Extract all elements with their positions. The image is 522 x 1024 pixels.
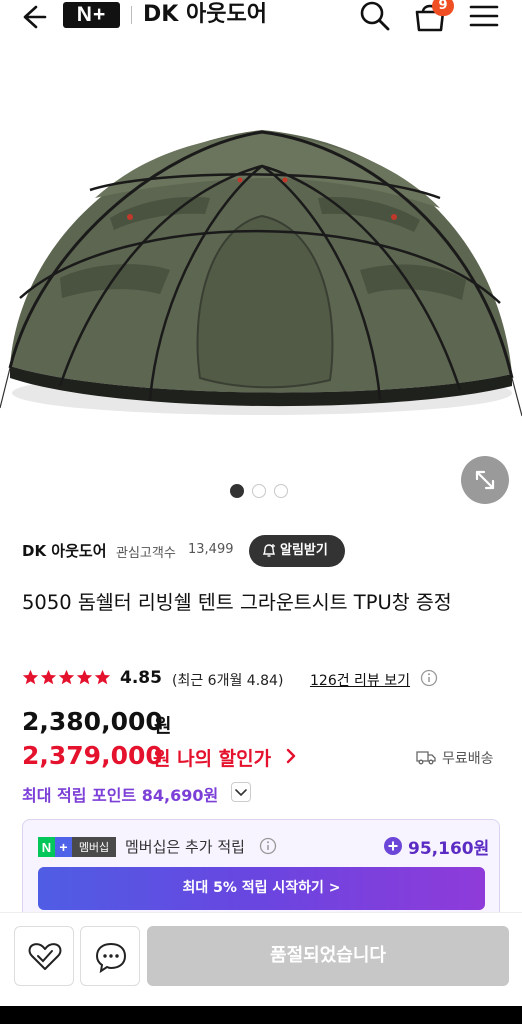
- chevron-down-icon[interactable]: [231, 782, 251, 802]
- alert-subscribe-button[interactable]: 알림받기: [249, 535, 345, 567]
- chat-bubble-icon: [95, 942, 127, 974]
- star-icon: [40, 669, 57, 685]
- heart-check-icon: [28, 943, 62, 970]
- naver-plus-logo[interactable]: N+: [63, 2, 120, 28]
- star-icon: [94, 669, 111, 685]
- divider: [131, 6, 132, 24]
- recent-rating: (최근 6개월 4.84): [172, 673, 284, 689]
- bottom-action-bar: 품절되었습니다: [0, 912, 522, 1006]
- search-icon[interactable]: [358, 0, 392, 32]
- svg-text:N: N: [42, 840, 51, 855]
- rating-stars: [22, 669, 111, 686]
- membership-amount: 95,160원: [383, 834, 489, 859]
- menu-icon[interactable]: [468, 2, 500, 30]
- chevron-right-icon[interactable]: [284, 747, 298, 765]
- rating-value: 4.85: [120, 668, 162, 688]
- original-price: 2,380,000: [22, 707, 163, 736]
- system-nav-bar: [0, 1006, 522, 1024]
- membership-box: N + 멤버십 멤버십은 추가 적립 95,160원 최대 5% 적립 시작하기…: [22, 819, 500, 919]
- star-icon: [76, 669, 93, 685]
- cart-count-badge: 9: [432, 0, 454, 16]
- back-arrow-icon[interactable]: [16, 2, 50, 32]
- product-title: 5050 돔쉘터 리빙쉘 텐트 그라운트시트 TPU창 증정: [22, 591, 452, 614]
- membership-text: 멤버십은 추가 적립: [125, 838, 245, 856]
- soldout-button: 품절되었습니다: [147, 926, 509, 986]
- review-link[interactable]: 126건 리뷰 보기: [310, 670, 410, 690]
- rating-row: 4.85 (최근 6개월 4.84) 126건 리뷰 보기: [22, 667, 512, 693]
- membership-amount-value: 95,160원: [408, 839, 490, 859]
- wishlist-button[interactable]: [14, 926, 74, 986]
- seller-name[interactable]: DK 아웃도어: [22, 540, 107, 561]
- info-icon[interactable]: [259, 837, 277, 855]
- membership-start-button[interactable]: 최대 5% 적립 시작하기 >: [38, 867, 485, 910]
- header: N+ DK 아웃도어 9: [0, 0, 522, 46]
- store-name[interactable]: DK 아웃도어: [143, 0, 267, 30]
- sale-price: 2,379,000: [22, 741, 163, 770]
- page-dot-3[interactable]: [274, 484, 288, 498]
- image-pagination: [230, 484, 288, 498]
- store-row: DK 아웃도어 관심고객수 13,499 알림받기: [22, 535, 502, 567]
- max-points: 최대 적립 포인트 84,690원: [22, 786, 219, 805]
- nplus-membership-logo: N + 멤버십: [38, 837, 116, 857]
- talk-button[interactable]: [80, 926, 140, 986]
- alert-button-label: 알림받기: [280, 543, 328, 558]
- info-icon[interactable]: [420, 669, 438, 687]
- bell-plus-icon: [262, 544, 276, 557]
- original-price-unit: 원: [154, 715, 172, 737]
- follower-count: 13,499: [188, 542, 234, 557]
- shipping-info: 무료배송: [416, 748, 494, 768]
- membership-badge-text: 멤버십: [78, 841, 110, 854]
- svg-text:+: +: [59, 839, 67, 855]
- star-icon: [22, 669, 39, 685]
- truck-icon: [416, 751, 436, 765]
- expand-icon[interactable]: [461, 456, 509, 504]
- tent-image: [0, 130, 522, 417]
- page-dot-1[interactable]: [230, 484, 244, 498]
- product-image[interactable]: [0, 48, 522, 510]
- follower-label: 관심고객수: [116, 546, 176, 561]
- star-icon: [58, 669, 75, 685]
- page-dot-2[interactable]: [252, 484, 266, 498]
- plus-circle-icon: [384, 837, 402, 855]
- sale-price-label[interactable]: 원 나의 할인가: [153, 744, 271, 771]
- shipping-label: 무료배송: [442, 751, 494, 767]
